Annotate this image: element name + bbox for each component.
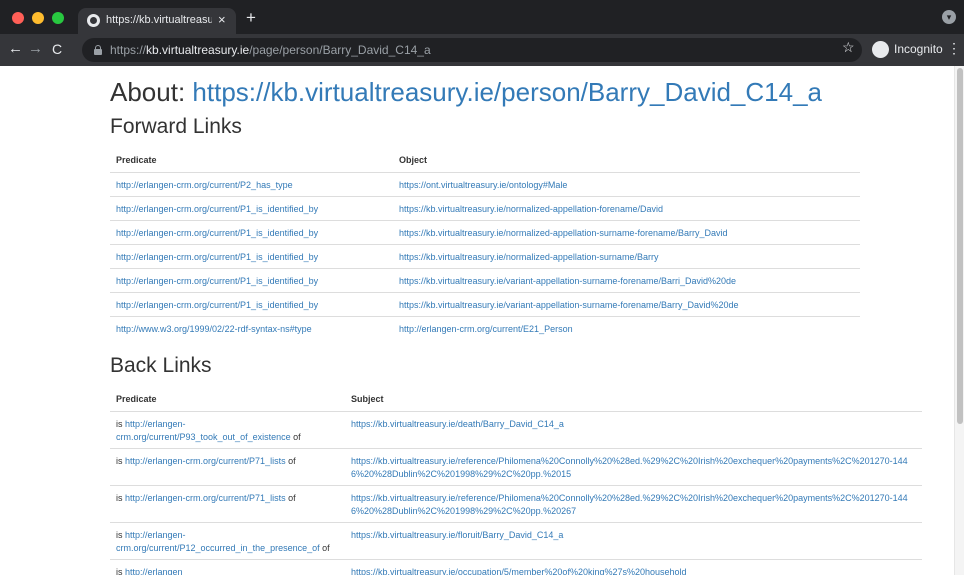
object-link[interactable]: https://kb.virtualtreasury.ie/normalized… — [399, 228, 727, 238]
globe-icon — [87, 14, 100, 27]
table-row: is http://erlangen-crm.org/current/P12_o… — [110, 521, 922, 559]
tab-title: https://kb.virtualtreasury.ie/pe — [106, 14, 212, 26]
back-button[interactable]: ← — [8, 40, 23, 58]
column-header-predicate: Predicate — [110, 148, 393, 173]
browser-menu-icon[interactable]: ⋮ — [947, 40, 961, 56]
browser-tab-bar: https://kb.virtualtreasury.ie/pe × + ▾ — [0, 0, 964, 34]
subject-link[interactable]: https://kb.virtualtreasury.ie/reference/… — [351, 493, 908, 516]
predicate-link[interactable]: http://erlangen-crm.org/current/P1_is_id… — [116, 204, 318, 214]
object-link[interactable]: https://kb.virtualtreasury.ie/variant-ap… — [399, 300, 739, 310]
subject-link[interactable]: https://kb.virtualtreasury.ie/reference/… — [351, 456, 908, 479]
table-row: is http://erlangen-crm.org/current/P71_l… — [110, 447, 922, 485]
resource-link[interactable]: https://kb.virtualtreasury.ie/person/Bar… — [192, 77, 822, 107]
object-link[interactable]: https://kb.virtualtreasury.ie/normalized… — [399, 252, 658, 262]
page-title: About: https://kb.virtualtreasury.ie/per… — [110, 77, 823, 107]
table-row: http://www.w3.org/1999/02/22-rdf-syntax-… — [110, 316, 860, 341]
subject-link[interactable]: https://kb.virtualtreasury.ie/occupation… — [351, 567, 687, 575]
column-header-object: Object — [393, 148, 860, 173]
table-row: http://erlangen-crm.org/current/P1_is_id… — [110, 244, 860, 269]
table-row: http://erlangen-crm.org/current/P2_has_t… — [110, 172, 860, 197]
predicate-link[interactable]: http://erlangen-crm.org/current/P1_is_id… — [116, 276, 318, 286]
page-content: About: https://kb.virtualtreasury.ie/per… — [110, 76, 940, 575]
incognito-icon — [872, 41, 889, 58]
object-link[interactable]: https://kb.virtualtreasury.ie/variant-ap… — [399, 276, 736, 286]
tab-close-icon[interactable]: × — [218, 12, 226, 28]
subject-link[interactable]: https://kb.virtualtreasury.ie/death/Barr… — [351, 419, 564, 429]
bookmark-star-icon[interactable]: ☆ — [842, 39, 855, 56]
back-links-table: Predicate Subject is http://erlangen-crm… — [110, 386, 922, 575]
object-link[interactable]: https://kb.virtualtreasury.ie/normalized… — [399, 204, 663, 214]
browser-toolbar: ← → C https://kb.virtualtreasury.ie/page… — [0, 34, 964, 66]
address-bar[interactable]: https://kb.virtualtreasury.ie/page/perso… — [82, 38, 862, 62]
subject-link[interactable]: https://kb.virtualtreasury.ie/floruit/Ba… — [351, 530, 563, 540]
vertical-scrollbar[interactable] — [954, 66, 964, 575]
table-row: is http://erlangen https://kb.virtualtre… — [110, 558, 922, 575]
new-tab-button[interactable]: + — [246, 9, 256, 27]
reload-button[interactable]: C — [52, 40, 62, 58]
object-link[interactable]: https://ont.virtualtreasury.ie/ontology#… — [399, 180, 567, 190]
predicate-link[interactable]: http://erlangen-crm.org/current/P12_occu… — [116, 530, 320, 553]
maximize-window-button[interactable] — [52, 12, 64, 24]
object-link[interactable]: http://erlangen-crm.org/current/E21_Pers… — [399, 324, 573, 334]
predicate-link[interactable]: http://erlangen-crm.org/current/P1_is_id… — [116, 252, 318, 262]
predicate-link[interactable]: http://erlangen-crm.org/current/P1_is_id… — [116, 300, 318, 310]
page-viewport: About: https://kb.virtualtreasury.ie/per… — [0, 66, 954, 575]
table-row: http://erlangen-crm.org/current/P1_is_id… — [110, 292, 860, 317]
close-window-button[interactable] — [12, 12, 24, 24]
predicate-link[interactable]: http://erlangen-crm.org/current/P1_is_id… — [116, 228, 318, 238]
table-row: http://erlangen-crm.org/current/P1_is_id… — [110, 268, 860, 293]
predicate-link[interactable]: http://erlangen — [125, 567, 183, 575]
column-header-predicate: Predicate — [110, 386, 345, 412]
url-text[interactable]: https://kb.virtualtreasury.ie/page/perso… — [110, 43, 431, 57]
table-row: is http://erlangen-crm.org/current/P71_l… — [110, 484, 922, 522]
table-row: http://erlangen-crm.org/current/P1_is_id… — [110, 196, 860, 221]
forward-button[interactable]: → — [28, 40, 43, 58]
profile-label: Incognito — [894, 42, 943, 56]
predicate-link[interactable]: http://erlangen-crm.org/current/P71_list… — [125, 456, 286, 466]
incognito-profile-button[interactable]: Incognito — [870, 38, 946, 62]
predicate-link[interactable]: http://erlangen-crm.org/current/P93_took… — [116, 419, 291, 442]
tab-search-icon[interactable]: ▾ — [942, 10, 956, 24]
lock-icon[interactable] — [94, 45, 102, 55]
forward-links-heading: Forward Links — [110, 115, 242, 138]
scrollbar-thumb[interactable] — [957, 68, 963, 424]
predicate-link[interactable]: http://erlangen-crm.org/current/P71_list… — [125, 493, 286, 503]
browser-tab[interactable]: https://kb.virtualtreasury.ie/pe × — [78, 8, 236, 34]
table-row: is http://erlangen-crm.org/current/P93_t… — [110, 410, 922, 448]
table-row: http://erlangen-crm.org/current/P1_is_id… — [110, 220, 860, 245]
forward-links-table: Predicate Object http://erlangen-crm.org… — [110, 148, 860, 341]
predicate-link[interactable]: http://www.w3.org/1999/02/22-rdf-syntax-… — [116, 324, 312, 334]
predicate-link[interactable]: http://erlangen-crm.org/current/P2_has_t… — [116, 180, 293, 190]
back-links-heading: Back Links — [110, 353, 212, 377]
column-header-subject: Subject — [345, 386, 922, 412]
minimize-window-button[interactable] — [32, 12, 44, 24]
